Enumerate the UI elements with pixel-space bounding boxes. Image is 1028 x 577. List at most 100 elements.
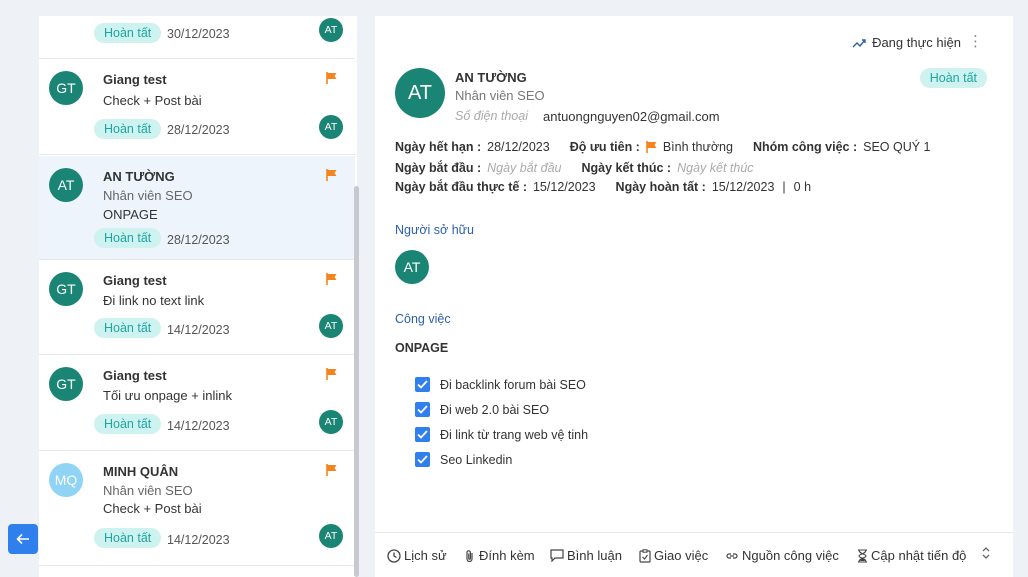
list-item-title: AN TƯỜNG [103,169,175,184]
arrow-left-icon [16,533,29,545]
person-role: Nhân viên SEO [455,88,545,103]
list-item[interactable]: Hoàn tất 30/12/2023 AT [39,16,355,59]
group-value[interactable]: SEO QUÝ 1 [863,140,930,154]
checklist-label: Đi link từ trang web vệ tinh [440,427,589,442]
list-item[interactable]: MQ MINH QUÂN Nhân viên SEO Check + Post … [39,451,355,566]
start-date-field[interactable]: Ngày bắt đầu [487,161,561,175]
flag-icon [326,464,337,476]
checklist-label: Đi web 2.0 bài SEO [440,402,550,417]
checkbox[interactable] [415,377,430,392]
task-group-title: ONPAGE [395,341,449,355]
clipboard-icon [639,548,651,563]
actual-start-value: 15/12/2023 [532,180,596,194]
task-list: Hoàn tất 30/12/2023 AT GT Giang test Che… [39,16,357,577]
history-label: Lịch sử [404,548,447,563]
list-item[interactable]: GT Giang test Đi link no text link Hoàn … [39,260,355,355]
list-item[interactable]: AT AN TƯỜNG Nhân viên SEO ONPAGE Hoàn tấ… [39,156,355,260]
check-icon [417,455,428,464]
end-date-field[interactable]: Ngày kết thúc [677,161,753,175]
checklist-item[interactable]: Đi backlink forum bài SEO [415,377,586,392]
link-icon [726,552,738,559]
list-item-text: Check + Post bài [103,93,202,108]
list-item-text: Đi link no text link [103,293,205,308]
comment-label: Bình luận [567,548,622,563]
dates-row-2: Ngày bắt đầu : Ngày bắt đầu Ngày kết thú… [395,161,774,175]
assignee-avatar: AT [319,115,343,139]
avatar: AT [49,168,83,202]
detail-footer: Lịch sử Đính kèm Bình luận Giao việc Ngu… [375,532,1013,577]
status-label: Đang thực hiện [872,35,961,50]
phone-field[interactable]: Số điện thoại [455,109,528,123]
end-label: Ngày kết thúc : [581,161,672,175]
list-item-date: 14/12/2023 [167,533,230,547]
priority-value[interactable]: Bình thường [663,140,733,154]
checklist-label: Seo Linkedin [440,452,513,467]
list-item-title: Giang test [103,368,167,383]
actual-start-label: Ngày bắt đầu thực tế : [395,180,527,194]
checklist-item[interactable]: Đi link từ trang web vệ tinh [415,427,588,442]
attach-button[interactable]: Đính kèm [464,548,535,563]
start-label: Ngày bắt đầu : [395,161,482,175]
status-badge: Hoàn tất [919,68,987,88]
completed-label: Ngày hoàn tất : [615,180,706,194]
list-item-date: 14/12/2023 [167,323,230,337]
paperclip-icon [466,549,473,562]
dates-row-1: Ngày hết hạn : 28/12/2023 Độ ưu tiên : B… [395,140,951,154]
status-badge: Hoàn tất [94,23,162,43]
flag-icon [326,273,337,285]
list-item-date: 14/12/2023 [167,419,230,433]
person-name: AN TƯỜNG [455,70,527,85]
flag-icon [326,368,337,380]
more-vertical-icon[interactable]: ⋮ [968,34,983,49]
back-button[interactable] [8,524,38,554]
assign-button[interactable]: Giao việc [639,548,708,563]
avatar: GT [49,272,83,306]
hourglass-icon [858,548,867,563]
flag-icon [326,72,337,84]
status-badge: Hoàn tất [94,228,162,248]
list-item-text: ONPAGE [103,207,158,222]
assignee-avatar: AT [319,524,343,548]
progress-button[interactable]: Cập nhật tiến độ [857,548,966,563]
checklist-item[interactable]: Đi web 2.0 bài SEO [415,402,549,417]
owner-avatar[interactable]: AT [395,250,429,284]
due-value[interactable]: 28/12/2023 [487,140,550,154]
status-badge: Hoàn tất [94,528,162,548]
list-item[interactable]: GT Giang test Tối ưu onpage + inlink Hoà… [39,355,355,451]
separator: | [782,180,786,194]
list-item[interactable]: GT Giang test Check + Post bài Hoàn tất … [39,59,355,155]
list-item-date: 28/12/2023 [167,123,230,137]
source-label: Nguồn công việc [742,548,839,563]
completed-value: 15/12/2023 [711,180,775,194]
source-button[interactable]: Nguồn công việc [725,548,839,563]
status-dropdown[interactable]: Đang thực hiện [852,35,961,50]
checkbox[interactable] [415,402,430,417]
avatar: GT [49,71,83,105]
check-icon [417,405,428,414]
comment-button[interactable]: Bình luận [550,548,622,563]
assign-label: Giao việc [654,548,709,563]
priority-label: Độ ưu tiên : [569,140,640,154]
list-item-text: Tối ưu onpage + inlink [103,388,233,403]
assignee-avatar: AT [319,18,343,42]
group-label: Nhóm công việc : [752,140,858,154]
checkbox[interactable] [415,452,430,467]
tasks-section-title: Công việc [395,312,451,326]
clock-icon [387,548,401,563]
hours-value: 0 h [793,180,812,194]
attach-label: Đính kèm [479,548,535,563]
check-icon [417,380,428,389]
list-item-date: 28/12/2023 [167,233,230,247]
list-item-date: 30/12/2023 [167,27,230,41]
collapse-toggle[interactable] [981,545,991,561]
assignee-avatar: AT [319,410,343,434]
checkbox[interactable] [415,427,430,442]
list-scrollbar[interactable] [354,186,359,577]
checklist-item[interactable]: Seo Linkedin [415,452,512,467]
comment-icon [550,549,564,562]
history-button[interactable]: Lịch sử [387,548,447,563]
list-item-title: Giang test [103,273,167,288]
list-item-text: Check + Post bài [103,501,202,516]
task-detail: Đang thực hiện ⋮ AT AN TƯỜNG Nhân viên S… [375,16,1013,577]
status-badge: Hoàn tất [94,318,162,338]
